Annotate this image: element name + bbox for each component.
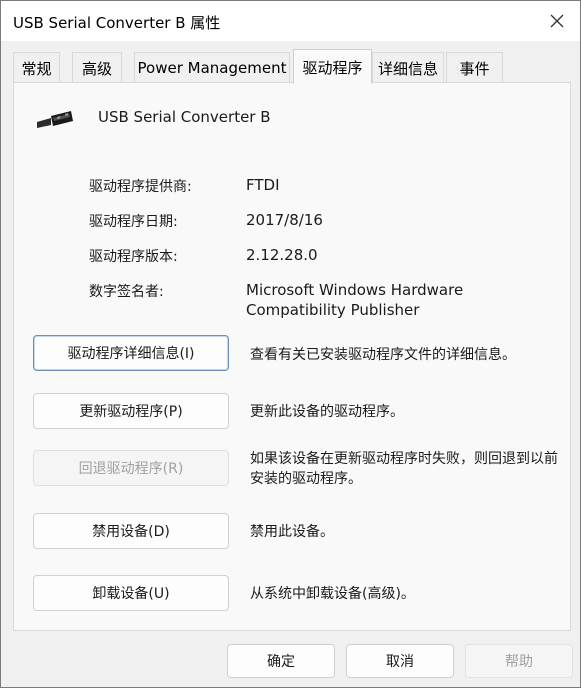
version-value: 2.12.28.0 [246,246,318,264]
device-name: USB Serial Converter B [98,108,271,126]
signer-label: 数字签名者: [89,284,164,300]
provider-value: FTDI [246,176,280,194]
date-value: 2017/8/16 [246,211,323,229]
button-label: 卸载设备(U) [92,586,170,602]
tab-label: 详细信息 [377,59,438,78]
tab-strip: 常规 高级 Power Management 驱动程序 详细信息 事件 [13,49,573,84]
update-driver-button[interactable]: 更新驱动程序(P) [33,393,229,429]
date-label: 驱动程序日期: [89,214,178,230]
window-title: USB Serial Converter B 属性 [13,14,221,32]
help-button[interactable]: 帮助 [465,644,573,678]
button-label: 驱动程序详细信息(I) [67,346,195,362]
tab-label: 驱动程序 [302,58,363,77]
close-icon [550,14,564,28]
tab-label: 高级 [81,59,112,78]
title-bar[interactable]: USB Serial Converter B 属性 [1,1,580,41]
disable-device-description: 禁用此设备。 [250,524,334,540]
tab-advanced[interactable]: 高级 [72,52,122,83]
tab-label: 常规 [21,59,52,78]
tab-details[interactable]: 详细信息 [372,52,444,83]
signer-value: Microsoft Windows Hardware Compatibility… [246,281,464,319]
ok-button[interactable]: 确定 [227,644,335,678]
properties-dialog: USB Serial Converter B 属性 常规 高级 Power Ma… [0,0,581,688]
tab-power-management[interactable]: Power Management [134,52,290,83]
cancel-button[interactable]: 取消 [346,644,454,678]
driver-details-description: 查看有关已安装驱动程序文件的详细信息。 [250,347,516,363]
uninstall-device-description: 从系统中卸载设备(高级)。 [250,586,415,602]
button-label: 帮助 [505,654,533,670]
driver-tab-panel: USB Serial Converter B 驱动程序提供商: FTDI 驱动程… [13,82,571,631]
update-driver-description: 更新此设备的驱动程序。 [250,404,404,420]
close-button[interactable] [534,1,580,41]
button-label: 禁用设备(D) [92,524,170,540]
roll-back-driver-button[interactable]: 回退驱动程序(R) [33,450,229,486]
provider-label: 驱动程序提供商: [89,179,192,195]
uninstall-device-button[interactable]: 卸载设备(U) [33,575,229,611]
driver-details-button[interactable]: 驱动程序详细信息(I) [33,335,229,371]
button-label: 取消 [386,654,414,670]
button-label: 回退驱动程序(R) [78,461,184,477]
tab-label: Power Management [137,59,287,77]
button-label: 确定 [267,654,295,670]
tab-events[interactable]: 事件 [446,52,503,83]
roll-back-driver-description: 如果该设备在更新驱动程序时失败，则回退到以前安装的驱动程序。 [250,451,558,487]
tab-general[interactable]: 常规 [13,52,60,83]
version-label: 驱动程序版本: [89,249,178,265]
usb-plug-icon [37,111,73,128]
button-label: 更新驱动程序(P) [79,404,183,420]
tab-driver[interactable]: 驱动程序 [293,49,372,84]
disable-device-button[interactable]: 禁用设备(D) [33,513,229,549]
tab-label: 事件 [459,59,490,78]
